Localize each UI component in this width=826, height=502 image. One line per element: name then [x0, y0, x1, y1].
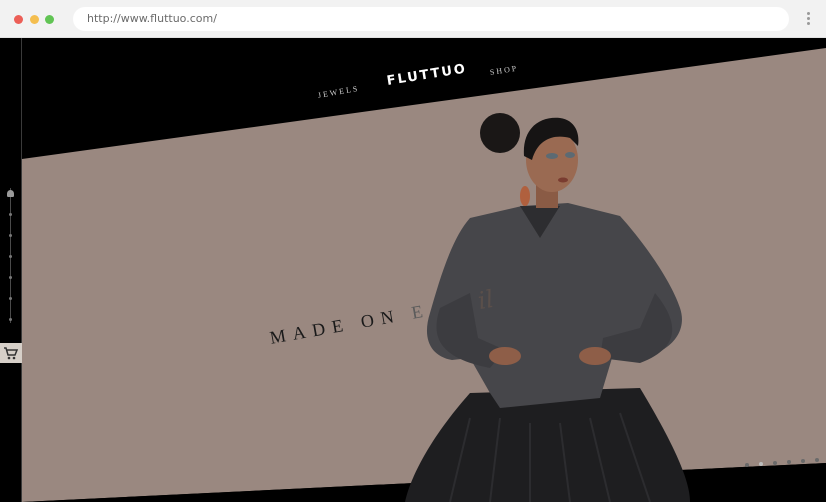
hero-panel	[22, 48, 826, 502]
browser-menu-icon[interactable]	[804, 11, 812, 27]
hero-headline-faded-letter: E	[409, 300, 432, 323]
rail-nav-dot[interactable]	[9, 297, 12, 300]
sidebar-rail	[0, 38, 22, 502]
slide-dot[interactable]	[801, 459, 805, 463]
rail-nav-dot[interactable]	[9, 276, 12, 279]
website-page: JEWELS FLUTTUO SHOP MADE ON E il	[0, 38, 826, 502]
slide-dot[interactable]	[773, 461, 777, 465]
hero-artwork	[22, 48, 826, 502]
slide-dot[interactable]	[815, 458, 819, 462]
minimize-window-button[interactable]	[30, 15, 39, 24]
slide-dot-active[interactable]	[759, 462, 763, 466]
browser-chrome: http://www.fluttuo.com/	[0, 0, 826, 38]
maximize-window-button[interactable]	[45, 15, 54, 24]
cart-button[interactable]	[0, 343, 22, 363]
address-bar[interactable]: http://www.fluttuo.com/	[73, 7, 789, 31]
rail-marker-icon[interactable]	[7, 190, 14, 197]
cart-icon	[4, 347, 19, 360]
slide-dot[interactable]	[745, 463, 749, 467]
close-window-button[interactable]	[14, 15, 23, 24]
rail-nav-dot[interactable]	[9, 213, 12, 216]
rail-nav-dot[interactable]	[9, 255, 12, 258]
rail-nav-dot[interactable]	[9, 318, 12, 321]
rail-nav-dot[interactable]	[9, 234, 12, 237]
slide-dot[interactable]	[787, 460, 791, 464]
